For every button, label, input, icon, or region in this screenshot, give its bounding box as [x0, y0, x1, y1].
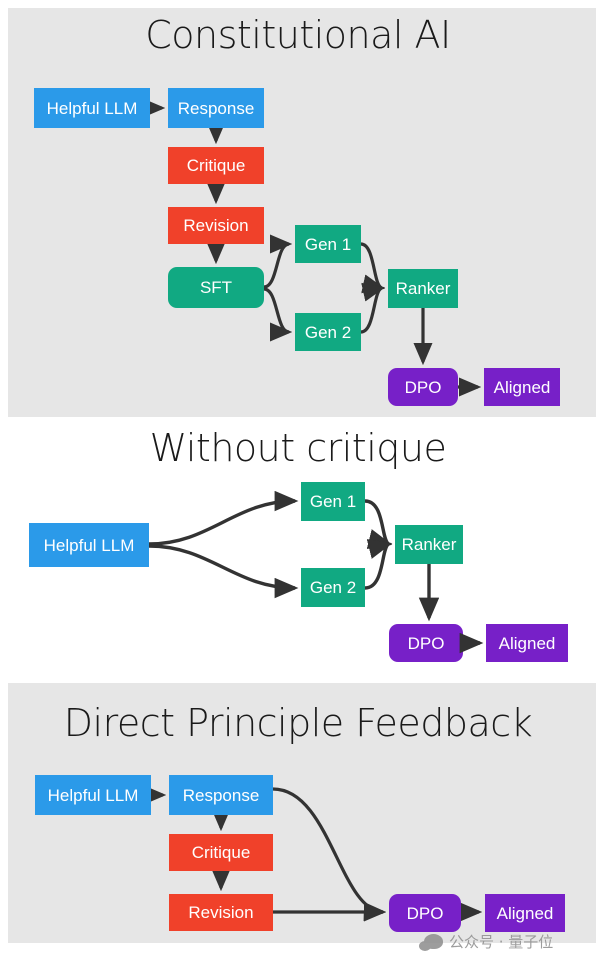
node-critique[interactable]: Critique — [169, 834, 273, 871]
node-response[interactable]: Response — [168, 88, 264, 128]
node-helpful-llm[interactable]: Helpful LLM — [35, 775, 151, 815]
node-dpo[interactable]: DPO — [389, 624, 463, 662]
node-label: SFT — [199, 278, 233, 297]
node-label: Helpful LLM — [43, 535, 135, 555]
node-label: Gen 1 — [304, 234, 352, 254]
node-label: Revision — [183, 216, 249, 235]
node-label: Revision — [188, 903, 254, 922]
node-label: Helpful LLM — [47, 785, 139, 805]
node-label: Ranker — [395, 279, 451, 298]
watermark: 公众号 · 量子位 — [419, 931, 554, 952]
node-ranker[interactable]: Ranker — [395, 525, 463, 564]
watermark-text: 公众号 · 量子位 — [449, 933, 554, 951]
node-label: Gen 1 — [309, 492, 357, 511]
node-gen-1[interactable]: Gen 1 — [295, 225, 361, 263]
panel-constitutional-ai: Constitutional AI Helpful LLM Response C… — [0, 0, 596, 418]
node-label: Aligned — [493, 377, 551, 397]
node-label: DPO — [407, 633, 445, 653]
node-dpo[interactable]: DPO — [388, 368, 458, 406]
node-gen-2[interactable]: Gen 2 — [301, 568, 365, 607]
node-aligned[interactable]: Aligned — [485, 894, 565, 932]
node-label: Response — [177, 98, 255, 118]
wechat-icon — [419, 934, 443, 951]
node-sft[interactable]: SFT — [168, 267, 264, 308]
node-aligned[interactable]: Aligned — [484, 368, 560, 406]
node-label: Gen 2 — [304, 322, 352, 342]
node-revision[interactable]: Revision — [169, 894, 273, 931]
page-title: Constitutional AI — [145, 13, 451, 57]
node-helpful-llm[interactable]: Helpful LLM — [29, 523, 149, 567]
node-gen-2[interactable]: Gen 2 — [295, 313, 361, 351]
node-dpo[interactable]: DPO — [389, 894, 461, 932]
node-critique[interactable]: Critique — [168, 147, 264, 184]
page-title: Direct Principle Feedback — [63, 701, 533, 745]
node-label: Response — [182, 785, 260, 805]
node-label: Helpful LLM — [46, 98, 138, 118]
node-label: DPO — [404, 377, 442, 397]
panel-direct-principle-feedback: Direct Principle Feedback Helpful LLM Re… — [0, 683, 596, 958]
node-ranker[interactable]: Ranker — [388, 269, 458, 308]
node-label: Gen 2 — [309, 578, 357, 597]
node-gen-1[interactable]: Gen 1 — [301, 482, 365, 521]
node-response[interactable]: Response — [169, 775, 273, 815]
node-aligned[interactable]: Aligned — [486, 624, 568, 662]
node-label: DPO — [406, 903, 444, 923]
node-helpful-llm[interactable]: Helpful LLM — [34, 88, 150, 128]
node-label: Aligned — [496, 903, 554, 923]
node-label: Aligned — [498, 633, 556, 653]
node-revision[interactable]: Revision — [168, 207, 264, 244]
node-label: Critique — [191, 843, 251, 862]
node-label: Ranker — [401, 535, 457, 554]
node-label: Critique — [186, 156, 246, 175]
panel-background — [8, 8, 596, 417]
